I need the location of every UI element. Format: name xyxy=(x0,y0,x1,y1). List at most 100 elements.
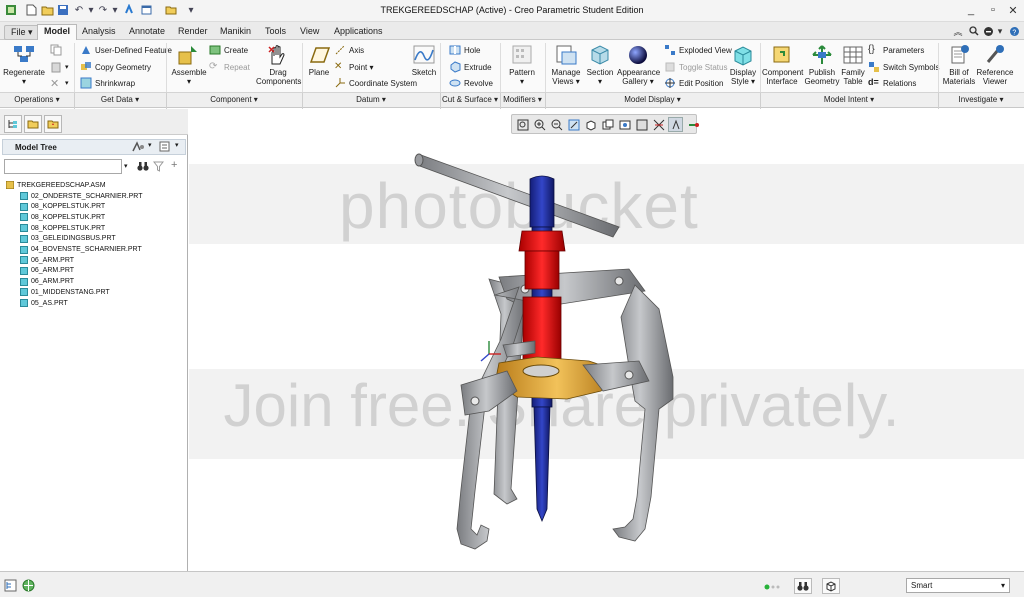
group-modifiers[interactable]: Modifiers ▾ xyxy=(500,95,545,104)
display-style-button[interactable]: Display Style ▾ xyxy=(728,40,758,86)
assemble-button[interactable]: Assemble ▾ xyxy=(170,40,208,86)
manage-views-button[interactable]: Manage Views ▾ xyxy=(549,40,583,86)
copy-geometry-button[interactable]: Copy Geometry xyxy=(80,60,151,74)
toggle-status-icon xyxy=(664,61,676,73)
navigator-toggle-icon[interactable] xyxy=(4,579,17,594)
relations-button[interactable]: d= Relations xyxy=(868,76,916,90)
help-icon[interactable]: ? xyxy=(1008,25,1020,37)
group-operations[interactable]: Operations ▾ xyxy=(0,95,74,104)
show-dropdown-icon[interactable]: ▾ xyxy=(175,141,179,149)
ribbon-divider xyxy=(545,43,546,92)
component-interface-button[interactable]: Component Interface xyxy=(762,40,803,86)
hole-button[interactable]: Hole xyxy=(449,43,480,57)
plane-button[interactable]: Plane xyxy=(306,40,332,77)
tree-item[interactable]: 08_KOPPELSTUK.PRT xyxy=(20,212,105,223)
reference-viewer-button[interactable]: Reference Viewer xyxy=(976,40,1014,86)
pattern-button[interactable]: Pattern ▾ xyxy=(506,40,538,86)
edit-position-button[interactable]: Edit Position xyxy=(664,76,723,90)
appearance-gallery-button[interactable]: Appearance Gallery ▾ xyxy=(617,40,660,86)
user-defined-feature-button[interactable]: User-Defined Feature xyxy=(80,43,172,57)
model-tree-search-input[interactable] xyxy=(4,159,122,174)
tree-item[interactable]: 06_ARM.PRT xyxy=(20,276,74,287)
selection-filter-select[interactable]: Smart ▾ xyxy=(906,578,1010,593)
assemble-dropdown-icon[interactable]: ▾ xyxy=(170,77,208,86)
tree-item[interactable]: 01_MIDDENSTANG.PRT xyxy=(20,287,110,298)
3d-box-icon[interactable] xyxy=(822,578,840,594)
tab-file[interactable]: File ▾ xyxy=(4,25,40,40)
revolve-icon xyxy=(449,77,461,89)
tab-annotate[interactable]: Annotate xyxy=(123,25,171,40)
drag-components-button[interactable]: Drag Components xyxy=(256,40,301,86)
delete-button[interactable]: ✕ ▾ xyxy=(50,76,69,90)
minimize-ribbon-icon[interactable]: ︽ xyxy=(952,25,964,37)
point-button[interactable]: ✕ Point ▾ xyxy=(334,60,373,74)
switch-symbols-button[interactable]: Switch Symbols xyxy=(868,60,939,74)
tree-item[interactable]: 04_BOVENSTE_SCHARNIER.PRT xyxy=(20,244,142,255)
regenerate-dropdown-icon[interactable]: ▾ xyxy=(2,77,46,86)
tab-render[interactable]: Render xyxy=(172,25,214,40)
section-button[interactable]: Section ▾ xyxy=(585,40,615,86)
group-investigate-label: Investigate xyxy=(958,95,998,104)
graphics-area[interactable]: photobucket Join free. Share privately. xyxy=(189,109,1024,571)
tree-item[interactable]: 05_AS.PRT xyxy=(20,298,68,309)
revolve-button[interactable]: Revolve xyxy=(449,76,493,90)
tab-favorites[interactable] xyxy=(44,115,62,133)
group-get-data[interactable]: Get Data ▾ xyxy=(74,95,166,104)
family-table-button[interactable]: Family Table xyxy=(840,40,866,86)
tree-settings-dropdown-icon[interactable]: ▾ xyxy=(148,141,152,149)
search-dropdown-icon[interactable]: ▾ xyxy=(124,162,128,170)
group-cut-surface[interactable]: Cut & Surface ▾ xyxy=(440,95,500,104)
sketch-button[interactable]: Sketch xyxy=(410,40,438,77)
group-model-display[interactable]: Model Display ▾ xyxy=(545,95,760,104)
show-icon[interactable] xyxy=(159,141,171,155)
tree-item[interactable]: 03_GELEIDINGSBUS.PRT xyxy=(20,234,116,245)
tab-manikin[interactable]: Manikin xyxy=(214,25,257,40)
tab-tools[interactable]: Tools xyxy=(259,25,292,40)
tree-item[interactable]: 06_ARM.PRT xyxy=(20,255,74,266)
minimize-button[interactable]: _ xyxy=(962,2,980,18)
extrude-button[interactable]: Extrude xyxy=(449,60,492,74)
tab-applications[interactable]: Applications xyxy=(328,25,389,40)
find-icon[interactable] xyxy=(794,578,812,594)
search-icon[interactable] xyxy=(968,25,980,37)
group-component[interactable]: Component ▾ xyxy=(166,95,302,104)
pattern-label: Pattern xyxy=(509,68,535,77)
tree-item[interactable]: 02_ONDERSTE_SCHARNIER.PRT xyxy=(20,191,143,202)
tree-item-label: 05_AS.PRT xyxy=(31,299,68,307)
filter-icon[interactable] xyxy=(152,161,165,174)
tree-item[interactable]: 06_ARM.PRT xyxy=(20,266,74,277)
create-button[interactable]: Create xyxy=(209,43,248,57)
settings-dropdown-icon[interactable]: ▾ xyxy=(994,25,1006,37)
coordinate-system-button[interactable]: Coordinate System xyxy=(334,76,417,90)
axis-button[interactable]: Axis xyxy=(334,43,364,57)
tab-analysis[interactable]: Analysis xyxy=(76,25,122,40)
close-button[interactable]: ✕ xyxy=(1004,2,1022,18)
add-filter-icon[interactable]: + xyxy=(171,159,177,171)
group-investigate[interactable]: Investigate ▾ xyxy=(938,95,1024,104)
shrinkwrap-button[interactable]: Shrinkwrap xyxy=(80,76,135,90)
find-binoculars-icon[interactable] xyxy=(137,161,149,174)
toggle-status-button[interactable]: Toggle Status xyxy=(664,60,727,74)
copy-icon-button[interactable] xyxy=(50,43,65,57)
bill-of-materials-button[interactable]: Bill of Materials xyxy=(942,40,976,86)
maximize-button[interactable]: ▫ xyxy=(984,2,1002,18)
pattern-dropdown-icon[interactable]: ▾ xyxy=(506,77,538,86)
browser-toggle-icon[interactable] xyxy=(22,579,35,594)
settings-icon[interactable] xyxy=(982,25,994,37)
regenerate-button[interactable]: Regenerate ▾ xyxy=(2,40,46,86)
tree-settings-icon[interactable] xyxy=(131,141,145,155)
publish-geometry-button[interactable]: Publish Geometry xyxy=(804,40,840,86)
tab-folder-browser[interactable] xyxy=(24,115,42,133)
group-datum[interactable]: Datum ▾ xyxy=(302,95,440,104)
exploded-view-button[interactable]: Exploded View xyxy=(664,43,732,57)
tree-item[interactable]: 08_KOPPELSTUK.PRT xyxy=(20,201,105,212)
group-model-intent[interactable]: Model Intent ▾ xyxy=(760,95,938,104)
tab-model[interactable]: Model xyxy=(37,24,77,41)
repeat-button[interactable]: ⟳ Repeat xyxy=(209,60,250,74)
tree-item[interactable]: 08_KOPPELSTUK.PRT xyxy=(20,223,105,234)
tree-root[interactable]: TREKGEREEDSCHAP.ASM xyxy=(5,180,106,191)
tab-view[interactable]: View xyxy=(294,25,325,40)
paste-button[interactable]: ▾ xyxy=(50,60,69,74)
parameters-button[interactable]: {} Parameters xyxy=(868,43,924,57)
tab-model-tree[interactable] xyxy=(4,115,22,133)
